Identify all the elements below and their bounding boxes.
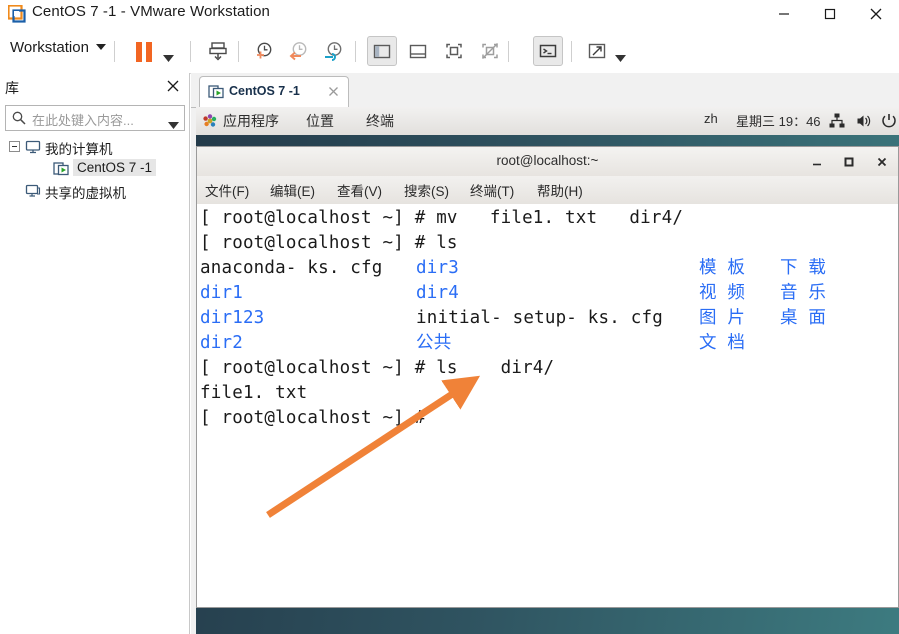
- terminal-window: root@localhost:~ 文件(F) 编辑(E) 查看(V) 搜索(S)…: [196, 146, 899, 608]
- shared-vm-icon: [25, 183, 41, 202]
- ls-col4-row3: 桌 面: [780, 308, 827, 328]
- ls-col1-row4: dir2: [200, 333, 243, 353]
- ls-col1-row3: dir123: [200, 308, 265, 328]
- toolbar-separator: [508, 41, 509, 62]
- vm-running-icon: [208, 84, 224, 105]
- menu-terminal[interactable]: 终端(T): [470, 180, 514, 200]
- clock[interactable]: 星期三 19：46: [736, 111, 821, 130]
- close-icon[interactable]: [327, 85, 340, 98]
- toolbar-separator: [190, 41, 191, 62]
- window-titlebar: CentOS 7 -1 - VMware Workstation: [0, 0, 899, 29]
- menu-view[interactable]: 查看(V): [337, 180, 382, 200]
- window-maximize-button[interactable]: [807, 0, 853, 28]
- tree-item-label: 共享的虚拟机: [45, 186, 126, 201]
- workstation-menu-label: Workstation: [10, 39, 89, 56]
- vmware-logo-icon: [7, 4, 26, 23]
- ls-col3-row4: 文 档: [699, 333, 746, 353]
- revert-snapshot-icon[interactable]: [283, 36, 313, 66]
- window-close-button[interactable]: [853, 0, 899, 28]
- tab-centos-7-1[interactable]: CentOS 7 -1: [199, 76, 349, 107]
- ls-col2-row2: dir4: [416, 283, 459, 303]
- manage-snapshots-icon[interactable]: [318, 36, 348, 66]
- terminal-close-button[interactable]: [874, 154, 890, 170]
- volume-icon[interactable]: [855, 112, 873, 135]
- library-header: 库: [0, 73, 190, 104]
- send-ctrl-alt-del-icon[interactable]: [533, 36, 563, 66]
- gnome-menu-applications[interactable]: 应用程序: [223, 111, 279, 131]
- tree-item-label: 我的计算机: [45, 142, 113, 157]
- chevron-down-icon[interactable]: [168, 116, 179, 134]
- show-console-view-icon[interactable]: [439, 36, 469, 66]
- show-thumbnails-icon[interactable]: [403, 36, 433, 66]
- terminal-line: [ root@localhost ~] # ls: [200, 233, 458, 253]
- ls-col2-row4: 公共: [416, 333, 452, 353]
- tree-item-centos-7-1[interactable]: CentOS 7 -1: [5, 158, 185, 180]
- terminal-minimize-button[interactable]: [809, 154, 825, 170]
- ls-col1-row2: dir1: [200, 283, 243, 303]
- terminal-title: root@localhost:~: [496, 153, 599, 168]
- library-title: 库: [5, 80, 19, 96]
- window-minimize-button[interactable]: [761, 0, 807, 28]
- ls-col4-row1: 下 载: [780, 258, 827, 278]
- search-placeholder: 在此处键入内容...: [32, 113, 134, 128]
- terminal-titlebar[interactable]: root@localhost:~: [197, 147, 898, 177]
- pause-vm-button[interactable]: [135, 42, 155, 62]
- toolbar-separator: [114, 41, 115, 62]
- pause-dropdown-caret-icon[interactable]: [163, 49, 174, 67]
- menu-search[interactable]: 搜索(S): [404, 180, 449, 200]
- fullscreen-dropdown-caret-icon[interactable]: [615, 49, 626, 67]
- gnome-top-panel: 应用程序 位置 终端 zh 星期三 19：46: [196, 107, 899, 136]
- input-method-indicator[interactable]: zh: [704, 111, 718, 126]
- terminal-prompt-line: [ root@localhost ~] #: [200, 408, 426, 428]
- terminal-line: file1. txt: [200, 383, 308, 403]
- take-snapshot-icon[interactable]: [248, 36, 278, 66]
- computer-icon: [25, 139, 41, 158]
- ls-col3-row2: 视 频: [699, 283, 746, 303]
- vmware-workstation-window: CentOS 7 -1 - VMware Workstation Worksta…: [0, 0, 899, 634]
- terminal-output[interactable]: [ root@localhost ~] # mv file1. txt dir4…: [197, 204, 898, 607]
- network-icon[interactable]: [828, 112, 846, 135]
- toolbar-separator: [238, 41, 239, 62]
- toolbar-separator: [355, 41, 356, 62]
- chevron-down-icon: [95, 44, 106, 51]
- fullscreen-icon[interactable]: [582, 36, 612, 66]
- terminal-line: [ root@localhost ~] # ls dir4/: [200, 358, 555, 378]
- workstation-menu-button[interactable]: Workstation: [10, 39, 106, 56]
- terminal-maximize-button[interactable]: [841, 154, 857, 170]
- tree-item-shared-vms[interactable]: 共享的虚拟机: [5, 180, 185, 202]
- terminal-line: [ root@localhost ~] # mv file1. txt dir4…: [200, 208, 684, 228]
- vm-library-tree: 我的计算机 CentOS 7 -1 共享的虚拟机: [5, 136, 185, 202]
- library-panel: 库 在此处键入内容... 我的计算机 CentOS 7 -1 共享的虚拟机: [0, 73, 190, 634]
- toolbar-separator: [571, 41, 572, 62]
- menu-edit[interactable]: 编辑(E): [270, 180, 315, 200]
- ls-col4-row2: 音 乐: [780, 283, 827, 303]
- collapse-expander-icon[interactable]: [9, 141, 20, 152]
- ls-col2-row1: dir3: [416, 258, 459, 278]
- window-title: CentOS 7 -1 - VMware Workstation: [32, 3, 270, 20]
- snapshot-manager-icon[interactable]: [203, 36, 233, 66]
- power-icon[interactable]: [880, 112, 898, 135]
- menu-file[interactable]: 文件(F): [205, 180, 249, 200]
- menu-help[interactable]: 帮助(H): [537, 180, 583, 200]
- show-library-icon[interactable]: [367, 36, 397, 66]
- tree-item-label: CentOS 7 -1: [73, 159, 157, 176]
- ls-col3-row3: 图 片: [699, 308, 746, 328]
- search-icon: [11, 110, 27, 131]
- vm-running-icon: [53, 161, 69, 180]
- gnome-menu-terminal[interactable]: 终端: [366, 111, 394, 131]
- ls-col1-row1: anaconda- ks. cfg: [200, 258, 383, 278]
- terminal-menubar: 文件(F) 编辑(E) 查看(V) 搜索(S) 终端(T) 帮助(H): [197, 176, 898, 205]
- tree-item-my-computer[interactable]: 我的计算机: [5, 136, 185, 158]
- close-icon[interactable]: [165, 78, 183, 96]
- ls-col3-row1: 模 板: [699, 258, 746, 278]
- gnome-menu-places[interactable]: 位置: [306, 111, 334, 131]
- tab-label: CentOS 7 -1: [229, 84, 300, 98]
- ls-col2-row3: initial- setup- ks. cfg: [416, 308, 663, 328]
- main-toolbar: Workstation: [0, 28, 899, 74]
- hide-console-icon[interactable]: [475, 36, 505, 66]
- vm-tab-strip: CentOS 7 -1: [191, 73, 899, 108]
- search-input[interactable]: 在此处键入内容...: [5, 105, 185, 131]
- gnome-applications-icon: [202, 113, 218, 134]
